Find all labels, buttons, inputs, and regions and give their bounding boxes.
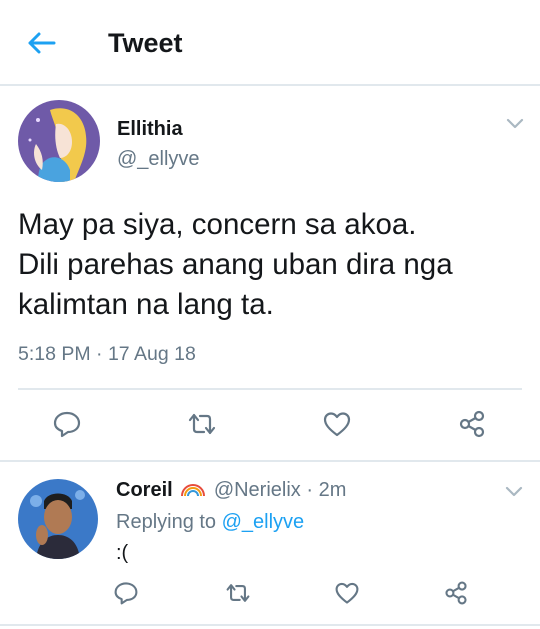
arrow-left-icon[interactable] bbox=[24, 26, 58, 60]
page-title: Tweet bbox=[108, 28, 183, 58]
avatar[interactable] bbox=[18, 100, 100, 182]
chevron-down-icon[interactable] bbox=[506, 118, 524, 130]
replying-to: Replying to @_ellyve bbox=[116, 511, 304, 534]
mention-link[interactable]: @_ellyve bbox=[222, 511, 305, 533]
divider bbox=[0, 624, 540, 626]
avatar-image bbox=[18, 100, 100, 182]
chevron-down-icon[interactable] bbox=[505, 486, 523, 498]
share-icon[interactable] bbox=[443, 580, 469, 606]
tweet-timestamp[interactable]: 5:18 PM · 17 Aug 18 bbox=[18, 343, 196, 366]
divider bbox=[18, 388, 522, 390]
top-app-bar: Tweet bbox=[0, 0, 540, 86]
reply-text: :( bbox=[116, 542, 129, 564]
display-name[interactable]: Ellithia bbox=[117, 118, 183, 141]
tweet-text: May pa siya, concern sa akoa. Dili pareh… bbox=[18, 208, 453, 321]
avatar-image bbox=[18, 479, 98, 559]
replying-prefix: Replying to bbox=[116, 511, 217, 533]
user-handle[interactable]: @Nerielix bbox=[214, 479, 301, 501]
comment-icon[interactable] bbox=[52, 409, 82, 439]
reply-time: · 2m bbox=[306, 479, 347, 501]
display-name[interactable]: Coreil bbox=[116, 479, 173, 501]
share-icon[interactable] bbox=[457, 409, 487, 439]
retweet-icon[interactable] bbox=[187, 409, 217, 439]
comment-icon[interactable] bbox=[113, 580, 139, 606]
divider bbox=[0, 460, 540, 462]
rainbow-emoji bbox=[181, 484, 206, 497]
avatar[interactable] bbox=[18, 479, 98, 559]
heart-icon[interactable] bbox=[334, 580, 360, 606]
heart-icon[interactable] bbox=[322, 409, 352, 439]
reply-header: Coreil @Nerielix · 2m bbox=[116, 479, 346, 502]
user-handle[interactable]: @_ellyve bbox=[117, 148, 200, 171]
retweet-icon[interactable] bbox=[225, 580, 251, 606]
